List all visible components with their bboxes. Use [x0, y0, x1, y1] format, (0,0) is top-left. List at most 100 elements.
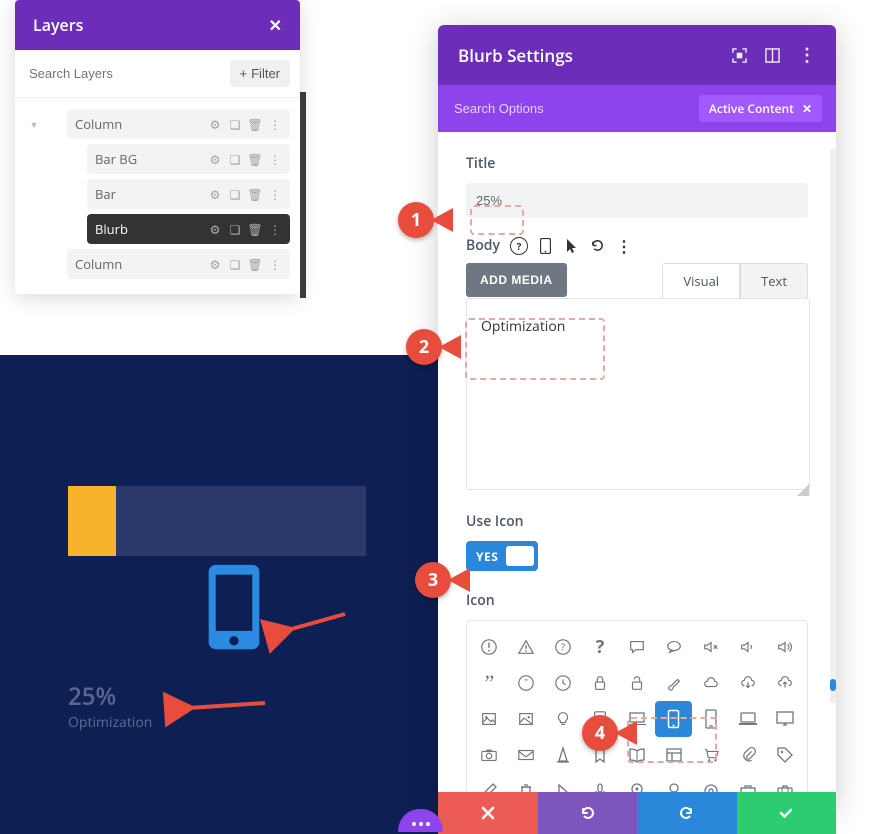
- duplicate-icon[interactable]: ❏: [228, 117, 242, 131]
- icon-camera[interactable]: [471, 737, 508, 773]
- icon-quote[interactable]: ”: [471, 665, 508, 701]
- gear-icon[interactable]: ⚙: [208, 152, 222, 166]
- icon-image-alt[interactable]: [508, 701, 545, 737]
- layer-row-blurb[interactable]: Blurb ⚙❏🗑⋮: [25, 214, 290, 244]
- icon-chat-alt[interactable]: [655, 629, 692, 665]
- add-media-button[interactable]: ADD MEDIA: [466, 263, 567, 297]
- icon-mail[interactable]: [508, 737, 545, 773]
- more-icon[interactable]: ⋮: [268, 187, 282, 201]
- help-icon[interactable]: ?: [510, 237, 528, 255]
- close-icon[interactable]: ✕: [802, 100, 812, 117]
- icon-cone[interactable]: [545, 737, 582, 773]
- body-editor[interactable]: Optimization ◢: [466, 298, 810, 490]
- icon-cloud-down[interactable]: [729, 665, 766, 701]
- layer-row-column-2[interactable]: Column ⚙ ❏ 🗑 ⋮: [25, 249, 290, 279]
- icon-volume-high[interactable]: [766, 629, 803, 665]
- icon-cloud[interactable]: [692, 665, 729, 701]
- active-content-label: Active Content: [709, 100, 794, 117]
- icon-mobile-phone[interactable]: [655, 701, 692, 737]
- icon-image[interactable]: [471, 701, 508, 737]
- expand-icon[interactable]: [732, 48, 747, 63]
- use-icon-label: Use Icon: [466, 512, 808, 531]
- layer-row-bar-bg[interactable]: Bar BG ⚙❏🗑⋮: [25, 144, 290, 174]
- icon-lock[interactable]: [582, 665, 619, 701]
- cursor-icon[interactable]: [564, 238, 580, 254]
- icon-question[interactable]: ?: [582, 629, 619, 665]
- tab-text[interactable]: Text: [740, 263, 808, 298]
- close-icon[interactable]: ✕: [269, 14, 282, 36]
- icon-cart[interactable]: [692, 737, 729, 773]
- settings-search-input[interactable]: [452, 100, 699, 117]
- layer-row-column-1[interactable]: ▼ Column ⚙❏🗑⋮: [25, 109, 290, 139]
- phone-icon: [205, 562, 263, 652]
- layer-label: Bar: [95, 185, 116, 203]
- scroll-thumb[interactable]: [830, 679, 836, 691]
- icon-laptop-alt[interactable]: [729, 701, 766, 737]
- more-icon[interactable]: ⋮: [798, 43, 816, 67]
- more-icon[interactable]: ⋮: [268, 117, 282, 131]
- icon-chat[interactable]: [619, 629, 656, 665]
- undo-icon[interactable]: [590, 238, 606, 254]
- more-icon[interactable]: ⋮: [616, 238, 632, 254]
- expand-arrow-icon[interactable]: ▼: [25, 118, 43, 131]
- icon-exclaim-circle[interactable]: [471, 629, 508, 665]
- icon-label: Icon: [466, 591, 808, 610]
- filter-button[interactable]: + Filter: [230, 60, 290, 87]
- use-icon-toggle[interactable]: YES: [466, 541, 538, 571]
- icon-monitor[interactable]: [766, 701, 803, 737]
- cancel-button[interactable]: [438, 792, 538, 834]
- toggle-knob: [506, 546, 534, 566]
- duplicate-icon[interactable]: ❏: [228, 257, 242, 271]
- icon-volume-low[interactable]: [729, 629, 766, 665]
- duplicate-icon[interactable]: ❏: [228, 222, 242, 236]
- columns-icon[interactable]: [765, 48, 780, 63]
- mobile-icon[interactable]: [538, 238, 554, 254]
- callout-4: 4: [582, 715, 637, 751]
- trash-icon[interactable]: 🗑: [248, 257, 262, 271]
- icon-clock[interactable]: [545, 665, 582, 701]
- trash-icon[interactable]: 🗑: [248, 222, 262, 236]
- icon-layout[interactable]: [655, 737, 692, 773]
- gear-icon[interactable]: ⚙: [208, 257, 222, 271]
- more-icon[interactable]: ⋮: [268, 222, 282, 236]
- gear-icon[interactable]: ⚙: [208, 187, 222, 201]
- layers-search-input[interactable]: [25, 60, 230, 87]
- gear-icon[interactable]: ⚙: [208, 222, 222, 236]
- more-icon[interactable]: ⋮: [268, 257, 282, 271]
- icon-volume-mute[interactable]: [692, 629, 729, 665]
- redo-button[interactable]: [637, 792, 737, 834]
- undo-button[interactable]: [538, 792, 638, 834]
- body-label: Body: [466, 236, 500, 255]
- callout-number: 2: [406, 329, 442, 365]
- tab-visual[interactable]: Visual: [662, 263, 740, 298]
- gear-icon[interactable]: ⚙: [208, 117, 222, 131]
- callout-3: 3: [415, 562, 470, 598]
- icon-question-circle[interactable]: ?: [545, 629, 582, 665]
- trash-icon[interactable]: 🗑: [248, 152, 262, 166]
- icon-brush[interactable]: [655, 665, 692, 701]
- icon-warning-triangle[interactable]: [508, 629, 545, 665]
- filter-label: Filter: [251, 66, 280, 81]
- trash-icon[interactable]: 🗑: [248, 117, 262, 131]
- icon-bulb[interactable]: [545, 701, 582, 737]
- duplicate-icon[interactable]: ❏: [228, 187, 242, 201]
- icon-phone-outline[interactable]: [692, 701, 729, 737]
- layer-row-bar[interactable]: Bar ⚙ ❏ 🗑 ⋮: [25, 179, 290, 209]
- icon-cloud-up[interactable]: [766, 665, 803, 701]
- confirm-button[interactable]: [737, 792, 837, 834]
- icon-unlock[interactable]: [619, 665, 656, 701]
- resize-handle-icon[interactable]: ◢: [797, 477, 807, 487]
- settings-panel: Blurb Settings ⋮ Active Content ✕ Title …: [438, 25, 836, 810]
- icon-quote-circle[interactable]: ”: [508, 665, 545, 701]
- settings-search-bar: Active Content ✕: [438, 85, 836, 132]
- scrollbar[interactable]: [830, 149, 836, 703]
- active-content-tag[interactable]: Active Content ✕: [699, 95, 822, 122]
- layers-header: Layers ✕: [15, 0, 300, 50]
- icon-paperclip[interactable]: [729, 737, 766, 773]
- title-input[interactable]: [466, 183, 808, 218]
- icon-tag[interactable]: [766, 737, 803, 773]
- layer-label: Column: [75, 255, 122, 273]
- duplicate-icon[interactable]: ❏: [228, 152, 242, 166]
- more-icon[interactable]: ⋮: [268, 152, 282, 166]
- trash-icon[interactable]: 🗑: [248, 187, 262, 201]
